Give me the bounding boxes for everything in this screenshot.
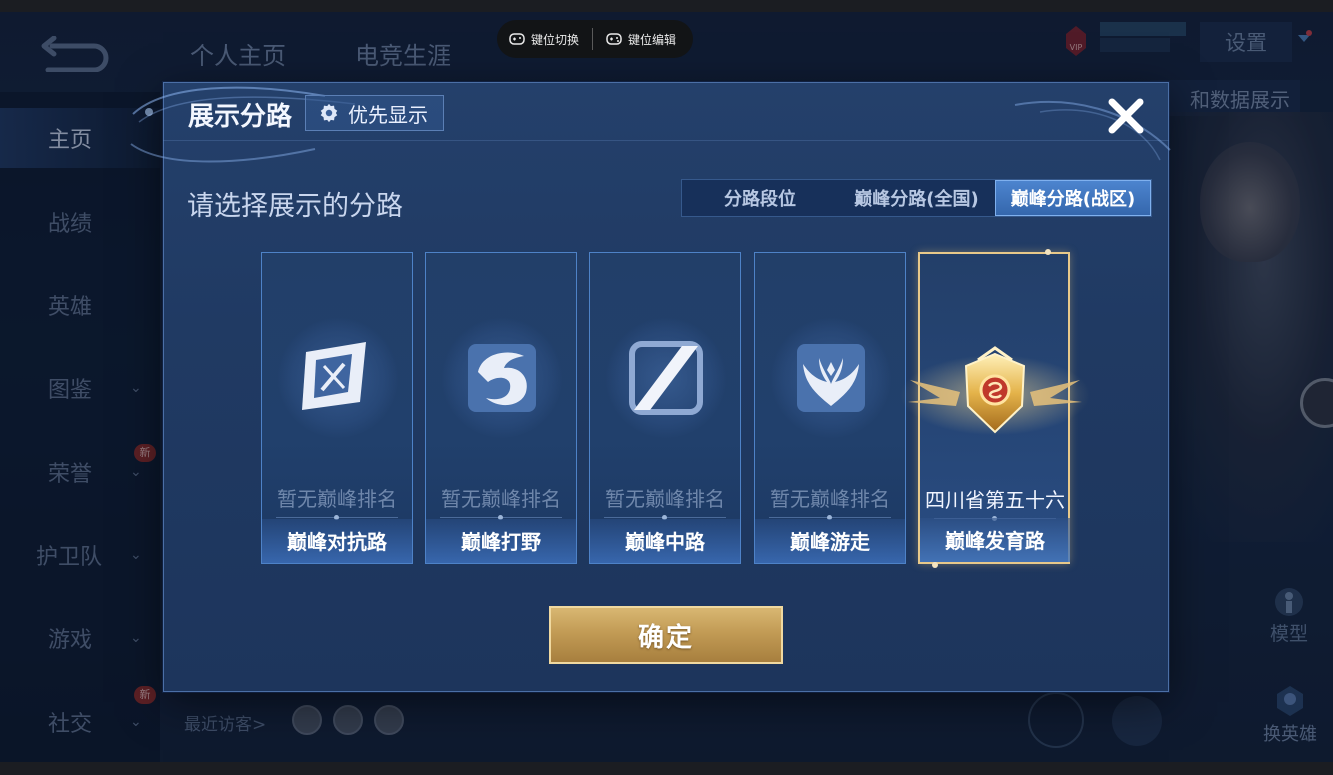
peak-rank-text: 暂无巅峰排名: [277, 487, 397, 511]
confirm-button[interactable]: 确定: [549, 606, 783, 664]
card-divider: [440, 515, 562, 520]
selection-corner-dot: [1045, 249, 1051, 255]
peak-rank-text: 暂无巅峰排名: [605, 487, 725, 511]
roam-wings-icon: [797, 344, 865, 412]
lane-card-mid[interactable]: 暂无巅峰排名 巅峰中路: [589, 252, 741, 564]
peak-rank-text: 暂无巅峰排名: [441, 487, 561, 511]
lane-card-roam[interactable]: 暂无巅峰排名 巅峰游走: [754, 252, 906, 564]
peak-rank-text: 四川省第五十六: [925, 488, 1065, 512]
game-screen: 个人主页 电竞生涯 主页 战绩 英雄 图鉴 ⌄ 荣誉 ⌄ 新 护卫队 ⌄ 游戏 …: [0, 12, 1333, 762]
keymap-edit-button[interactable]: 键位编辑: [606, 31, 676, 48]
window-top-strip: [0, 0, 1333, 12]
lane-emblem: [771, 318, 891, 438]
card-divider: [276, 515, 398, 520]
lane-emblem: [278, 318, 398, 438]
lane-card-jungle[interactable]: 暂无巅峰排名 巅峰打野: [425, 252, 577, 564]
card-divider: [769, 515, 891, 520]
gamepad-switch-icon: [509, 33, 525, 45]
priority-label: 优先显示: [348, 102, 428, 127]
lane-name: 巅峰游走: [790, 530, 870, 554]
peak-rank-text: 暂无巅峰排名: [770, 487, 890, 511]
clash-lane-icon: [302, 342, 366, 410]
keymap-toolbar: 键位切换 键位编辑: [497, 20, 693, 58]
lane-name: 巅峰对抗路: [287, 530, 387, 554]
close-button[interactable]: [1104, 94, 1148, 138]
confirm-label: 确定: [637, 622, 694, 653]
keymap-switch-button[interactable]: 键位切换: [509, 31, 579, 48]
gear-icon: [320, 103, 338, 123]
tab-peak-national[interactable]: 巅峰分路(全国): [838, 180, 995, 216]
gamepad-edit-icon: [606, 33, 622, 45]
close-icon: [1108, 98, 1144, 134]
tab-lane-rank[interactable]: 分路段位: [682, 180, 838, 216]
priority-display-button[interactable]: 优先显示: [305, 95, 444, 131]
keymap-switch-label: 键位切换: [531, 32, 580, 47]
lane-mode-selector: 分路段位 巅峰分路(全国) 巅峰分路(战区): [681, 179, 1152, 217]
lane-name: 巅峰中路: [625, 530, 705, 554]
decorative-swirl-right: [1014, 101, 1171, 161]
jungle-dragon-icon: [468, 344, 536, 412]
mid-lane-icon: [629, 341, 703, 415]
dialog-title: 展示分路: [188, 102, 293, 132]
lane-name: 巅峰打野: [461, 530, 541, 554]
selection-corner-dot: [932, 562, 938, 568]
dialog-subtitle: 请选择展示的分路: [187, 191, 403, 222]
lane-emblem: [442, 318, 562, 438]
lane-card-clash[interactable]: 暂无巅峰排名 巅峰对抗路: [261, 252, 413, 564]
window-bottom-strip: [0, 762, 1333, 775]
toolbar-separator: [592, 28, 594, 50]
gold-badge-icon: [900, 346, 1090, 435]
tab-peak-region[interactable]: 巅峰分路(战区): [995, 180, 1151, 216]
lane-name: 巅峰发育路: [945, 529, 1045, 553]
keymap-edit-label: 键位编辑: [628, 32, 677, 47]
card-divider: [604, 515, 726, 520]
lane-emblem: [606, 318, 726, 438]
